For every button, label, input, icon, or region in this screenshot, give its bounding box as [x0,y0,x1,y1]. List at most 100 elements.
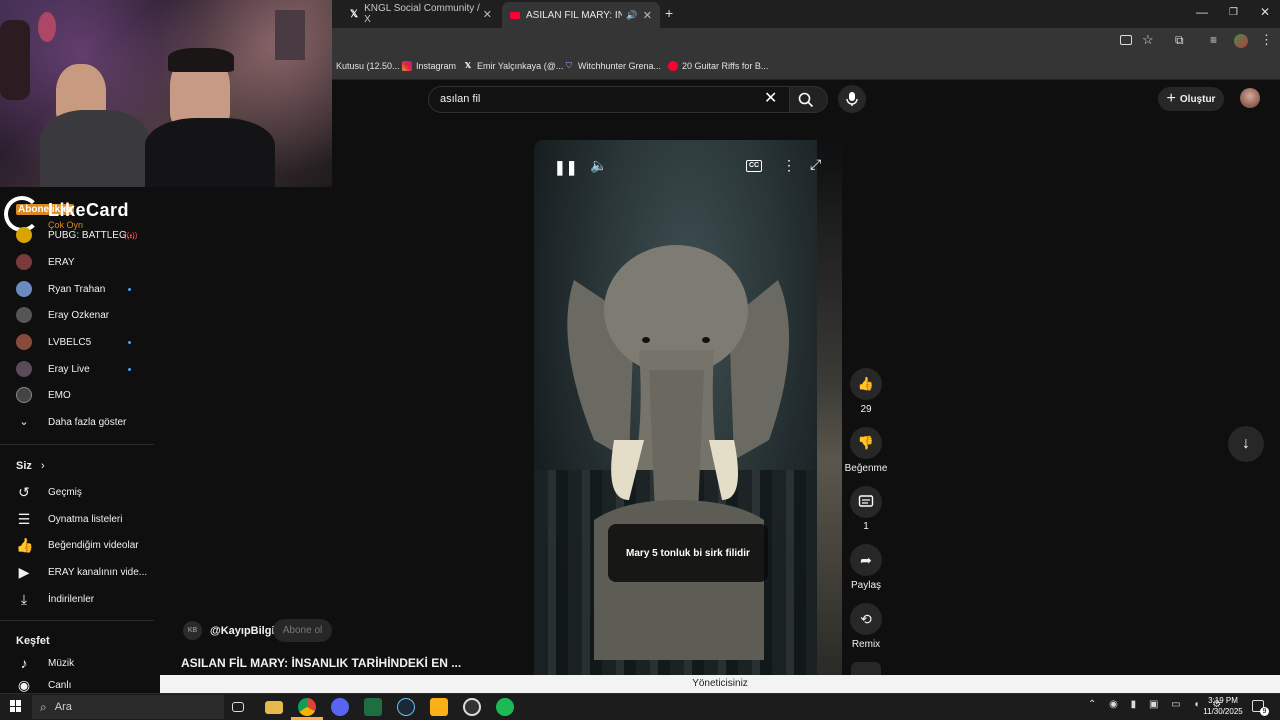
more-options-icon[interactable]: ⋮ [782,157,796,174]
bookmark-item[interactable]: Instagram [402,61,456,71]
channel-thumb[interactable] [851,662,881,675]
share-icon: ➦ [860,551,872,568]
sidebar-item-playlists[interactable]: ☰ Oynatma listeleri [0,506,154,532]
rockstar-icon[interactable] [430,698,448,716]
chevron-down-icon: ⌄ [19,416,29,428]
star-icon[interactable]: ☆ [1142,32,1154,48]
speaker-icon[interactable]: 🔊 [626,10,637,21]
instagram-icon [402,61,412,71]
comment-icon [858,495,874,507]
arrow-down-icon: ↓ [1242,435,1250,452]
bookmark-item[interactable]: 20 Guitar Riffs for B... [668,61,768,71]
sidebar-item-label: Beğendiğim videolar [48,539,139,551]
next-video-button[interactable]: ↓ [1228,426,1264,462]
close-icon[interactable]: ✕ [643,9,652,22]
tab-youtube[interactable]: ASILAN FİL MARY: İNSANL 🔊 ✕ [502,2,660,28]
steam-icon[interactable] [397,698,415,716]
channel-name[interactable]: @KayıpBilgi [210,625,275,637]
clear-search-icon[interactable]: ✕ [764,88,777,108]
remix-label: Remix [851,639,881,650]
pause-icon[interactable]: ❚❚ [554,159,577,176]
bookmark-item[interactable]: 𝕏 Emir Yalçınkaya (@... [463,61,564,71]
new-tab-button[interactable]: + [665,5,673,21]
subtitle-text: Mary 5 tonluk bi sirk filidir [626,547,750,559]
sidebar-item-subscription[interactable]: Eray Live [0,356,154,382]
minimize-button[interactable]: — [1196,5,1208,19]
comments-button[interactable] [850,486,882,518]
explore-heading: Keşfet [16,635,50,647]
bookmark-label: Witchhunter Grena... [578,61,662,71]
sidebar-item-label: ERAY kanalının vide... [48,566,148,578]
clock-time: 3:19 PM [1208,696,1238,705]
search-value: asılan fil [440,93,481,105]
avatar[interactable] [1240,88,1260,108]
sidebar-item-label: PUBG: BATTLEG... [48,229,136,241]
volume-icon[interactable]: 🔈 [590,157,607,174]
sidebar-item-subscription[interactable]: LVBELC5 [0,329,154,355]
show-more-button[interactable]: ⌄ Daha fazla göster [0,409,154,435]
subscribe-label: Abone ol [282,625,323,636]
install-icon[interactable] [1120,35,1132,45]
extensions-icon[interactable]: ⧉ [1175,33,1184,48]
sidebar-item-subscription[interactable]: PUBG: BATTLEG... ((•)) [0,222,154,248]
sidebar-item-subscription[interactable]: ERAY [0,249,154,275]
voice-search-button[interactable] [838,85,866,113]
subscribe-button[interactable]: Abone ol [273,619,332,642]
tab-label: ASILAN FİL MARY: İNSANL [526,9,622,21]
bookmark-item[interactable]: ⛉ Witchhunter Grena... [564,61,661,71]
video-title[interactable]: ASILAN FİL MARY: İNSANLIK TARİHİNDEKİ EN… [181,656,461,670]
sidebar-item-downloads[interactable]: ⤓ İndirilenler [0,586,154,612]
task-view-icon[interactable] [232,702,244,712]
sidebar-item-label: ERAY [48,256,75,268]
new-content-dot [128,287,131,291]
create-button[interactable]: + Oluştur [1158,87,1224,111]
restore-button[interactable]: ❐ [1229,7,1238,18]
sidebar-item-subscription[interactable]: Ryan Trahan [0,276,154,302]
sidebar-item-liked[interactable]: 👍 Beğendiğim videolar [0,532,154,558]
sidebar-item-subscription[interactable]: Eray Ozkenar [0,302,154,328]
excel-icon[interactable] [364,698,382,716]
playlist-icon: ☰ [17,511,31,527]
dislike-button[interactable]: 👎 [850,427,882,459]
search-input[interactable]: asılan fil [428,86,790,113]
sidebar-item-live[interactable]: ◉ Canlı [0,677,154,693]
sidebar-item-subscription[interactable]: EMO [0,382,154,408]
taskbar-search[interactable]: ⌕ Ara [32,695,224,719]
you-heading[interactable]: Siz › [16,460,45,472]
bookmark-item[interactable]: Kutusu (12.50... [336,61,400,71]
close-icon[interactable]: ✕ [483,8,492,21]
media-control-icon[interactable]: ≡ [1210,33,1217,47]
plus-icon: + [1166,90,1176,107]
sidebar-item-label: Geçmiş [48,486,82,498]
close-window-button[interactable]: ✕ [1260,5,1270,19]
discord-icon[interactable] [331,698,349,716]
sidebar-item-history[interactable]: ↺ Geçmiş [0,479,154,505]
channel-avatar[interactable]: KB [183,621,202,640]
comment-count: 1 [863,521,869,532]
elephant-image [567,245,790,660]
obs-icon[interactable] [463,698,481,716]
tab-x[interactable]: 𝕏 KNGL Social Community / X ✕ [342,3,500,25]
remix-button[interactable]: ⟲ [850,603,882,635]
like-button[interactable]: 👍 [850,368,882,400]
spotify-icon[interactable] [496,698,514,716]
menu-icon[interactable]: ⋮ [1260,32,1273,48]
share-button[interactable]: ➦ [850,544,882,576]
sidebar-item-channel-videos[interactable]: ▶ ERAY kanalının vide... [0,559,154,585]
live-icon: ((•)) [124,230,138,240]
sidebar-item-music[interactable]: ♪ Müzik [0,650,154,676]
profile-avatar[interactable] [1234,34,1248,48]
windows-start-icon[interactable] [10,700,22,712]
captions-icon[interactable]: CC [746,160,762,172]
fullscreen-icon[interactable]: ⤢ [810,156,821,173]
search-button[interactable] [790,86,828,113]
channel-avatar [16,254,32,270]
clock[interactable]: 3:19 PM 11/30/2025 [1200,695,1246,717]
history-icon: ↺ [18,484,30,500]
share-label: Paylaş [850,580,881,591]
search-icon [798,92,814,108]
video-player[interactable]: ❚❚ 🔈 CC ⋮ ⤢ [534,140,842,675]
file-explorer-icon[interactable] [265,701,283,714]
bookmark-label: Instagram [416,61,457,71]
chrome-icon[interactable] [298,698,316,716]
